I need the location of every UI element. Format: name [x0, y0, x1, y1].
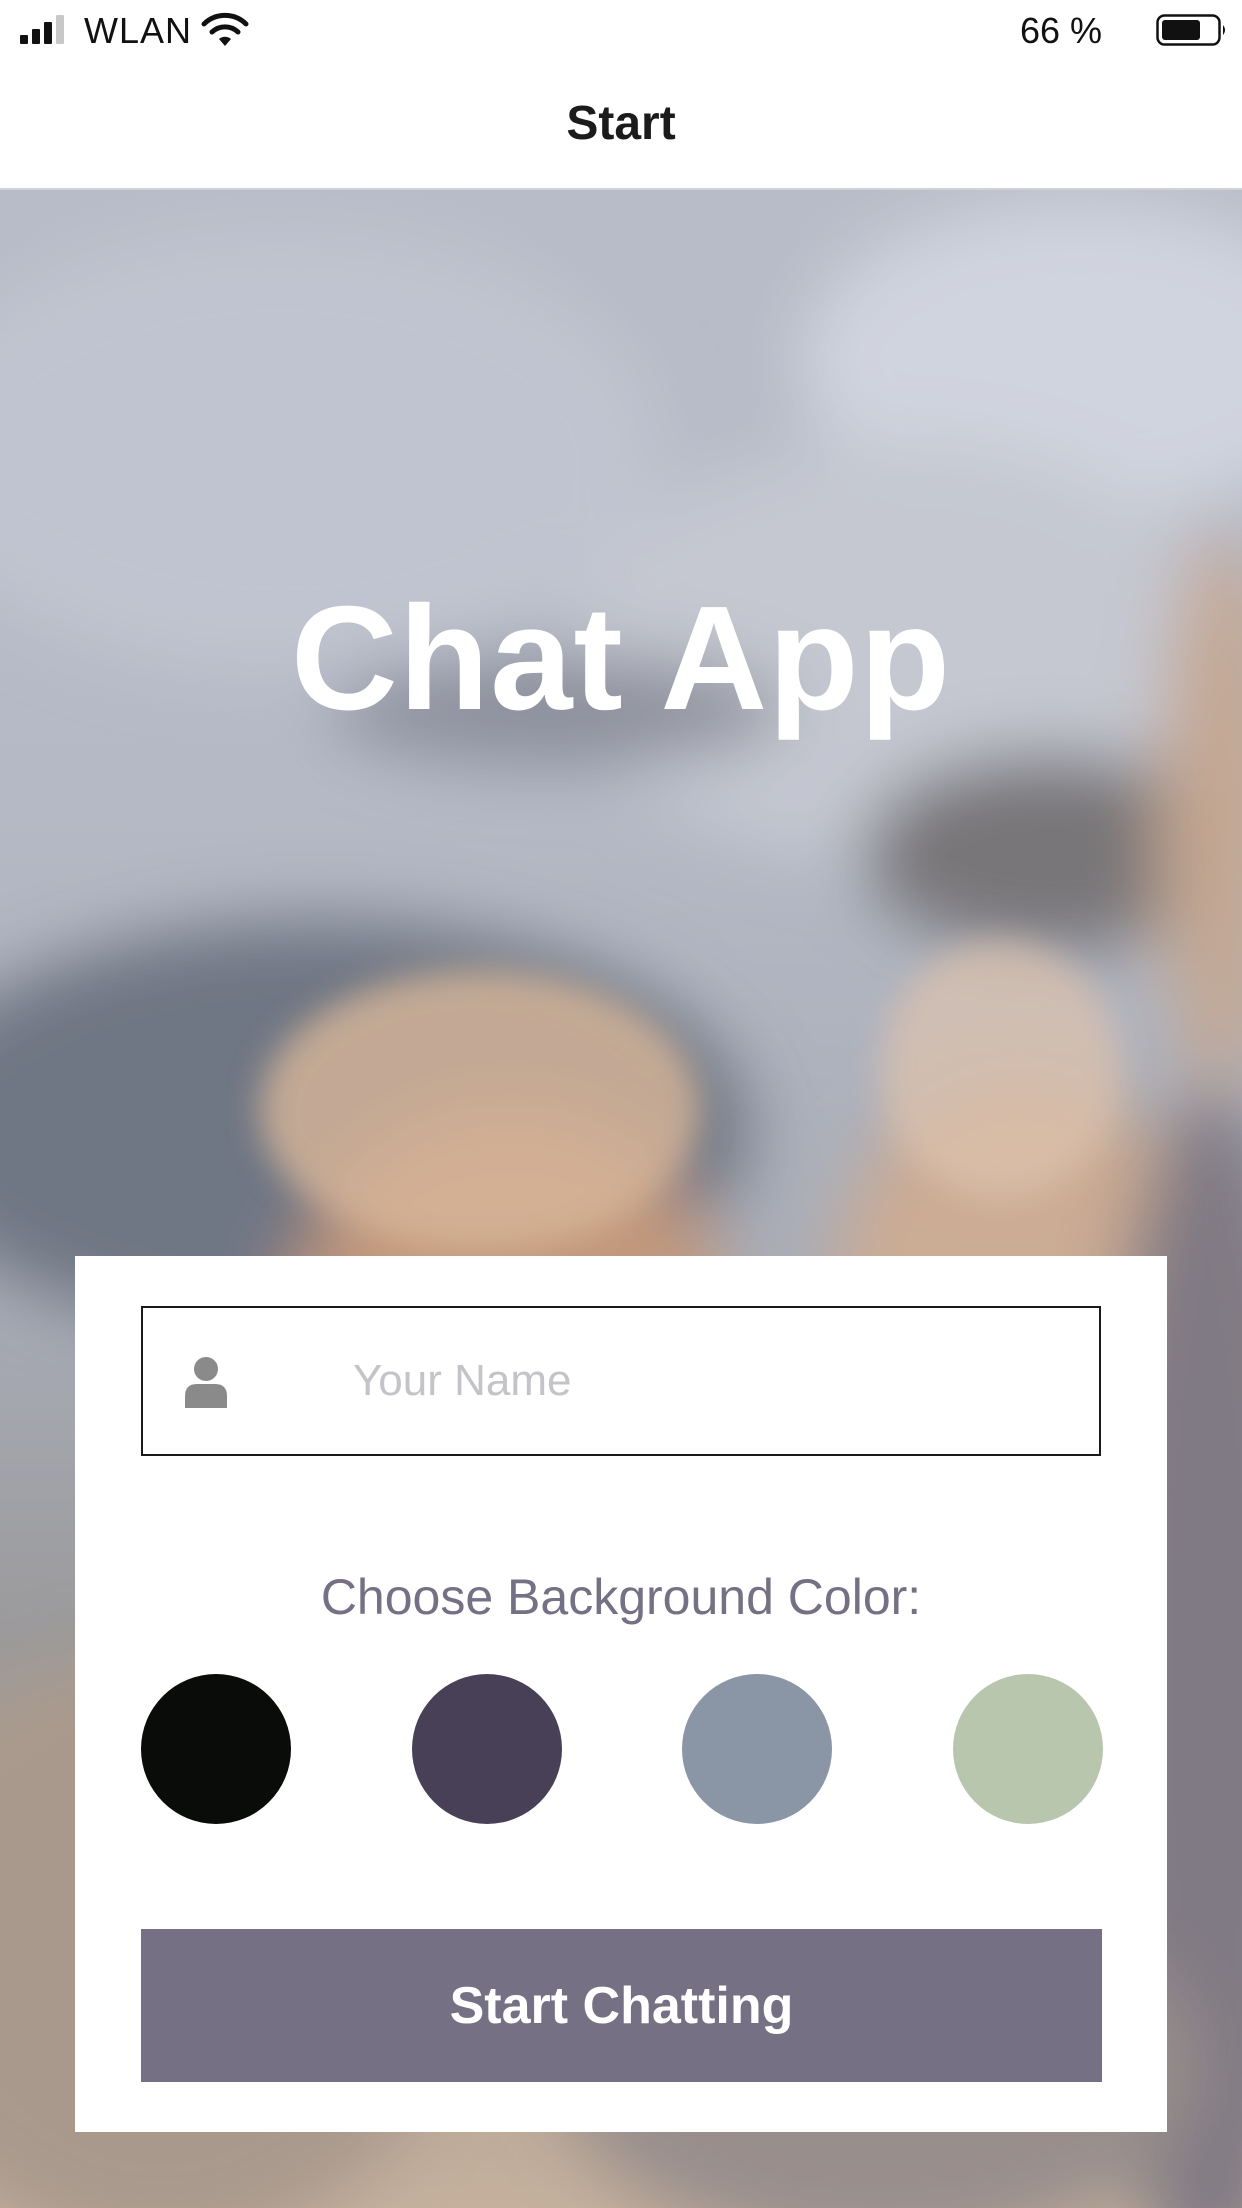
login-card: Choose Background Color: Start Chatting — [75, 1256, 1167, 2132]
start-chatting-button[interactable]: Start Chatting — [141, 1929, 1102, 2082]
color-swatch-green[interactable] — [953, 1674, 1103, 1824]
app-title: Chat App — [290, 576, 952, 741]
navigation-bar: Start — [0, 62, 1242, 190]
name-input[interactable] — [353, 1308, 1073, 1453]
color-choice-label: Choose Background Color: — [320, 1569, 922, 1625]
wifi-icon — [201, 12, 249, 46]
color-swatch-purple[interactable] — [412, 1674, 562, 1824]
battery-icon — [1156, 14, 1225, 46]
carrier-label: WLAN — [84, 10, 193, 51]
name-field[interactable] — [141, 1306, 1101, 1456]
nav-title: Start — [566, 97, 676, 150]
status-bar: WLAN 66 % — [0, 0, 1242, 62]
battery-percentage: 66 % — [1019, 10, 1102, 51]
signal-icon — [20, 15, 64, 44]
user-icon — [185, 1357, 227, 1408]
color-swatch-grey-blue[interactable] — [682, 1674, 832, 1824]
start-screen: WLAN 66 % Start Chat App Your Name Choos… — [0, 0, 1242, 2208]
color-swatch-black[interactable] — [141, 1674, 291, 1824]
